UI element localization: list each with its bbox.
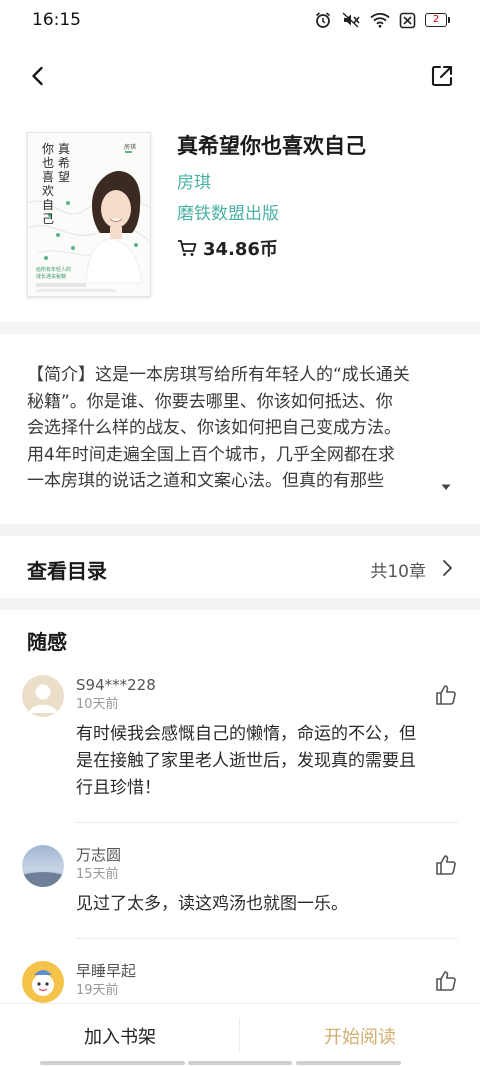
comment-body: 有时候我会感慨自己的懒惰，命运的不公，但 是在接触了家里老人逝世后，发现真的需要… [76,721,462,802]
intro-line: 会选择什么样的战友、你该如何把自己变成方法。 [27,418,401,438]
section-divider [0,322,480,334]
alarm-icon [314,11,332,29]
comment-author[interactable]: 早睡早起 [76,961,136,981]
svg-text:给所有年轻人的: 给所有年轻人的 [36,266,71,273]
thumbs-up-icon [436,855,456,875]
sim-disabled-icon [399,12,416,29]
status-icons: 2 [314,11,450,29]
back-button[interactable] [24,62,52,90]
intro-line: 秘籍”。你是谁、你要去哪里、你该如何抵达、你 [27,391,393,412]
intro-line: 用4年时间走遍全国上百个城市，几乎全网都在求 [27,444,395,465]
thumbs-up-icon [436,685,456,705]
like-button[interactable] [434,683,458,707]
thumbs-up-icon [436,971,456,991]
book-author[interactable]: 房琪 [177,172,467,194]
comment-line: 见过了太多，读这鸡汤也就图一乐。 [76,894,348,914]
comment-time: 10天前 [76,697,119,712]
toc-count: 共10章 [370,561,426,582]
default-avatar-icon[interactable] [22,675,64,717]
section-divider [0,524,480,536]
toc-row[interactable]: 查看目录 共10章 [0,540,480,598]
book-price: 34.86币 [203,239,278,260]
add-to-shelf-button[interactable]: 加入书架 [0,1004,240,1066]
svg-text:成长通关秘籍: 成长通关秘籍 [36,273,66,280]
cover-art: 真希望 你也喜欢自己 房琪 给所有年轻人的 成长通关秘籍 [28,133,150,296]
comment-item: S94***228 10天前 有时候我会感慨自己的懒惰，命运的不公，但 是在接触… [0,675,480,805]
comment-item: 万志圆 15天前 见过了太多，读这鸡汤也就图一乐。 [0,845,480,925]
comment-line: 是在接触了家里老人逝世后，发现真的需要且 [76,751,416,771]
status-bar: 16:15 2 [0,0,480,40]
comment-divider [76,938,458,939]
price-row: 34.86币 [177,235,467,261]
comment-line: 有时候我会感慨自己的懒惰，命运的不公，但 [76,724,416,744]
section-divider [0,598,480,610]
cartoon-avatar-icon[interactable] [22,961,64,1003]
book-publisher[interactable]: 磨铁数盟出版 [177,203,467,225]
like-button[interactable] [434,853,458,877]
book-info: 真希望你也喜欢自己 房琪 磨铁数盟出版 34.86币 [177,132,467,261]
share-icon [431,65,453,87]
nav-bar [0,52,480,100]
book-intro[interactable]: 【简介】这是一本房琪写给所有年轻人的“成长通关 秘籍”。你是谁、你要去哪里、你该… [27,362,457,494]
comment-time: 19天前 [76,983,119,998]
start-reading-button[interactable]: 开始阅读 [240,1004,480,1066]
mute-icon [341,11,361,29]
battery-icon: 2 [425,13,450,27]
status-time: 16:15 [32,10,81,30]
cart-icon [178,240,197,256]
comment-body: 见过了太多，读这鸡汤也就图一乐。 [76,891,462,918]
wifi-icon [370,12,390,28]
battery-level: 2 [425,13,447,27]
comment-time: 15天前 [76,867,119,882]
comment-author[interactable]: 万志圆 [76,845,121,865]
sky-avatar-icon[interactable] [22,845,64,887]
book-cover[interactable]: 真希望 你也喜欢自己 房琪 给所有年轻人的 成长通关秘籍 [27,132,151,297]
like-button[interactable] [434,969,458,993]
toc-label: 查看目录 [27,558,107,583]
home-indicator [188,1061,292,1065]
svg-text:房琪: 房琪 [124,143,136,151]
bottom-action-bar: 加入书架 开始阅读 [0,1003,480,1066]
intro-line: 【简介】这是一本房琪写给所有年轻人的“成长通关 [27,365,410,385]
book-title: 真希望你也喜欢自己 [177,134,366,158]
home-indicator [40,1061,185,1065]
share-button[interactable] [428,62,456,90]
home-indicator [296,1061,401,1065]
comment-author[interactable]: S94***228 [76,675,156,695]
comment-item: 早睡早起 19天前 [0,961,480,1003]
chevron-right-icon [443,560,452,576]
notes-heading: 随感 [27,630,67,654]
triangle-down-icon [441,484,451,490]
book-header: 真希望 你也喜欢自己 房琪 给所有年轻人的 成长通关秘籍 真希望你也喜欢自己 房… [0,132,480,302]
chevron-left-icon [32,66,43,86]
comment-divider [76,822,458,823]
comment-line: 行且珍惜！ [76,778,161,798]
intro-expand-button[interactable] [440,478,452,490]
